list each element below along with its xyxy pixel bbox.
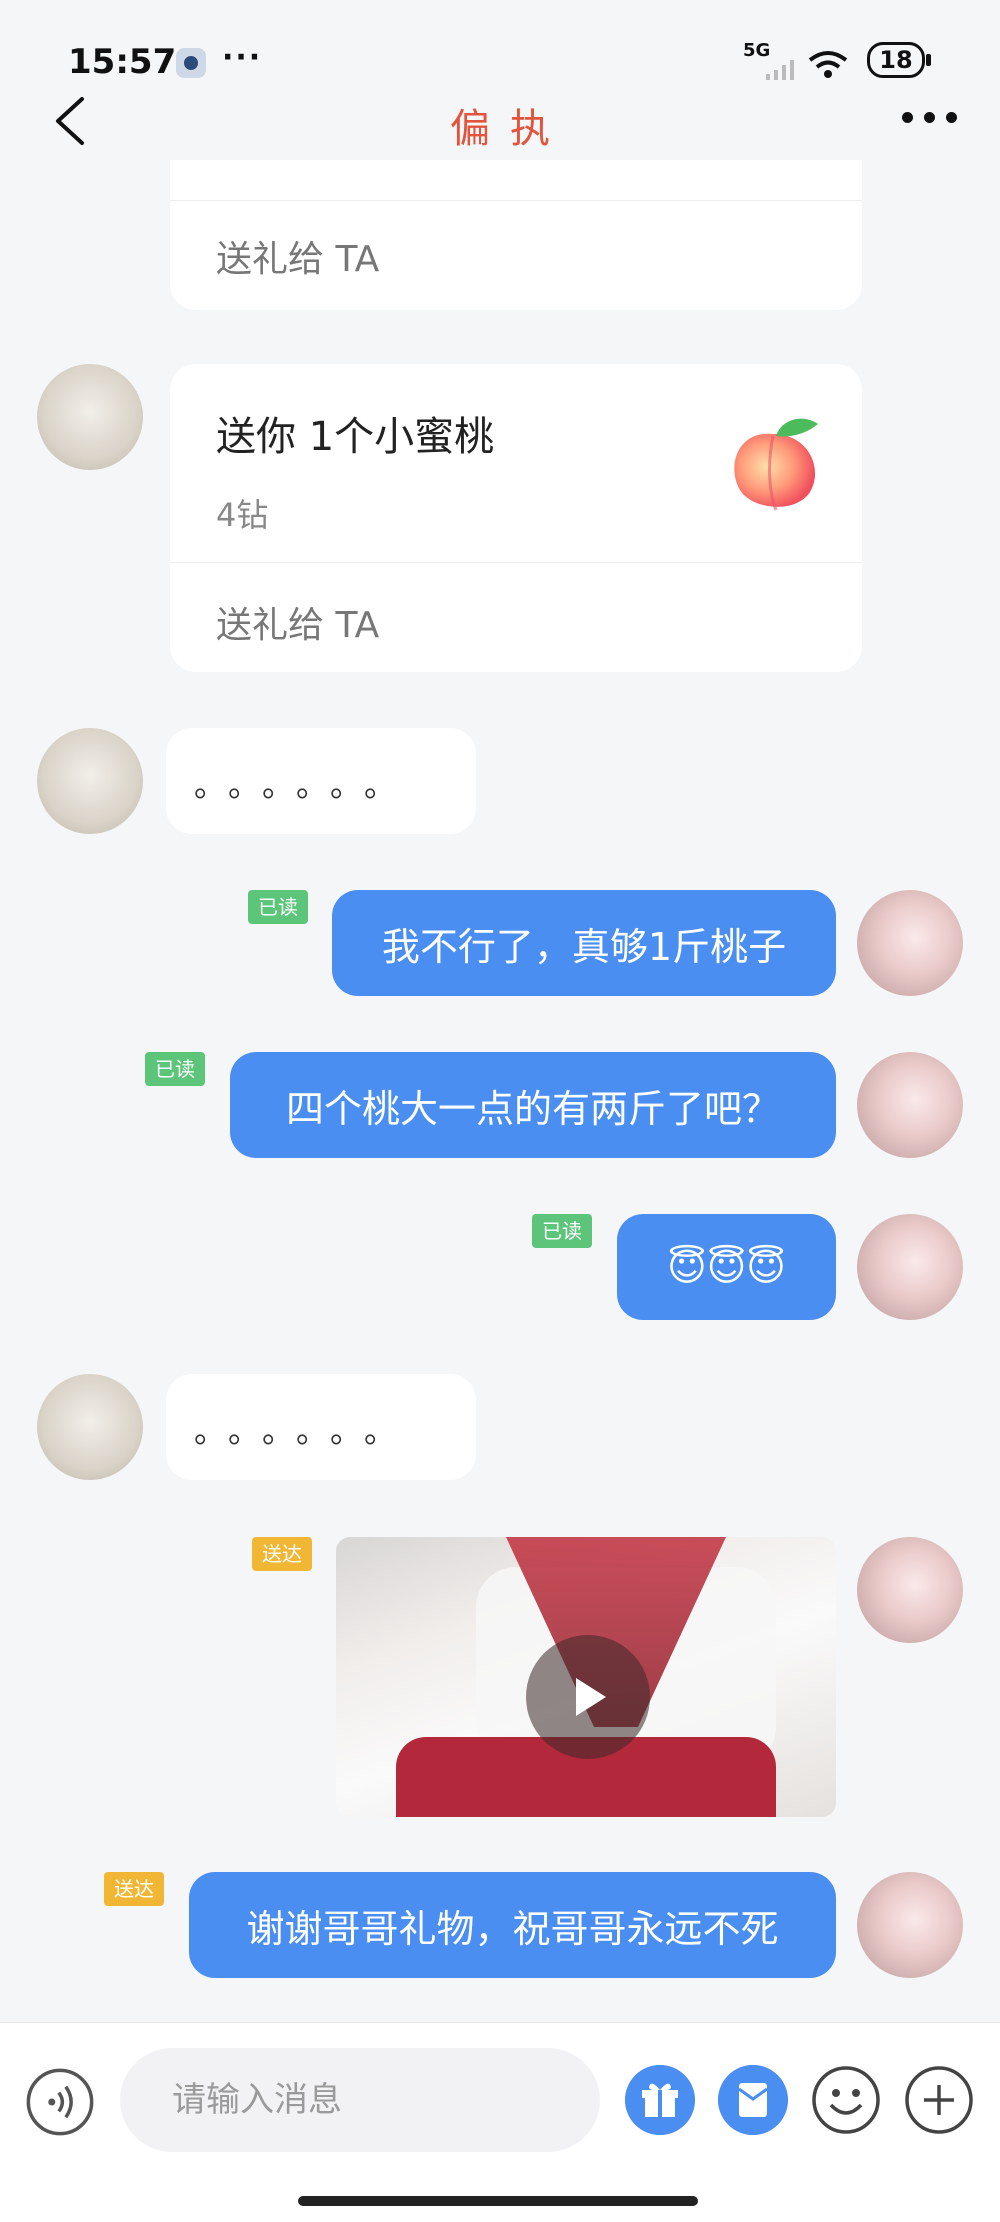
contact-avatar[interactable] — [37, 364, 143, 470]
contact-avatar[interactable] — [37, 1374, 143, 1480]
outgoing-message: 😇😇😇 — [617, 1214, 836, 1320]
outgoing-message: 四个桃大一点的有两斤了吧？ — [230, 1052, 836, 1158]
message-input[interactable] — [120, 2048, 600, 2152]
gift-icon[interactable] — [625, 2065, 695, 2135]
network-type: 5G — [743, 40, 771, 61]
self-avatar[interactable] — [857, 1872, 963, 1978]
divider — [170, 562, 862, 563]
outgoing-message: 我不行了，真够1斤桃子 — [332, 890, 836, 996]
read-status-badge: 已读 — [248, 890, 308, 924]
gift-card: 送你 1个小蜜桃 4钻 送礼给 TA — [170, 364, 862, 672]
play-icon[interactable] — [526, 1635, 650, 1759]
message-text: 。。。。。。 — [194, 766, 415, 804]
send-gift-link[interactable]: 送礼给 TA — [216, 596, 379, 648]
message-text: 四个桃大一点的有两斤了吧？ — [285, 1086, 780, 1131]
gift-card-partial: 送礼给 TA — [170, 160, 862, 310]
peach-icon — [734, 418, 818, 511]
contact-avatar[interactable] — [37, 728, 143, 834]
wifi-icon — [808, 51, 848, 78]
app-notification-icon — [176, 48, 206, 78]
read-status-badge: 已读 — [145, 1052, 205, 1086]
message-text: 谢谢哥哥礼物，祝哥哥永远不死 — [246, 1906, 779, 1951]
gift-price: 4钻 — [216, 496, 269, 534]
incoming-message: 。。。。。。 — [166, 728, 476, 834]
self-avatar[interactable] — [857, 1052, 963, 1158]
incoming-message: 。。。。。。 — [166, 1374, 476, 1480]
emoji-icon[interactable] — [811, 2065, 881, 2135]
self-avatar[interactable] — [857, 1537, 963, 1643]
delivered-status-badge: 送达 — [252, 1537, 312, 1571]
status-more-indicator: ··· — [222, 40, 263, 75]
message-text: 我不行了，真够1斤桃子 — [381, 924, 787, 969]
more-icon[interactable] — [902, 112, 958, 124]
red-packet-icon[interactable] — [718, 2065, 788, 2135]
divider — [0, 2022, 1000, 2023]
page-title: 偏执 — [450, 106, 570, 152]
outgoing-message: 谢谢哥哥礼物，祝哥哥永远不死 — [189, 1872, 836, 1978]
delivered-status-badge: 送达 — [104, 1872, 164, 1906]
plus-icon[interactable] — [904, 2065, 974, 2135]
self-avatar[interactable] — [857, 1214, 963, 1320]
video-message[interactable] — [336, 1537, 836, 1817]
gift-title: 送你 1个小蜜桃 — [216, 414, 495, 460]
signal-icon — [766, 60, 794, 80]
message-text: 😇😇😇 — [667, 1245, 786, 1289]
home-indicator — [298, 2196, 698, 2206]
message-text: 。。。。。。 — [194, 1412, 415, 1450]
read-status-badge: 已读 — [532, 1214, 592, 1248]
divider — [170, 200, 862, 201]
battery-icon: 18 — [867, 42, 931, 78]
self-avatar[interactable] — [857, 890, 963, 996]
voice-icon[interactable] — [26, 2068, 94, 2136]
status-time: 15:57 — [68, 42, 177, 82]
send-gift-link[interactable]: 送礼给 TA — [216, 230, 379, 282]
